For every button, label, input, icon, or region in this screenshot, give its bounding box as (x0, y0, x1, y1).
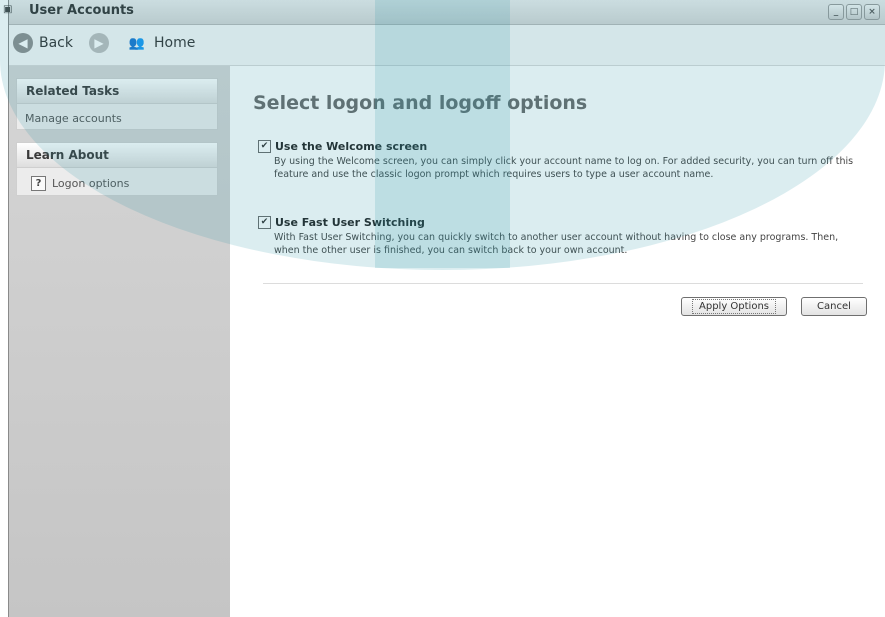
related-tasks-heading: Related Tasks (17, 79, 217, 104)
learn-about-heading: Learn About (17, 143, 217, 168)
user-accounts-app-icon: ▣ (3, 4, 13, 15)
fast-user-switching-checkbox[interactable]: ✔ (258, 216, 271, 229)
logon-options-label: Logon options (52, 177, 130, 190)
home-label: Home (154, 35, 196, 51)
maximize-button[interactable]: □ (846, 4, 862, 20)
apply-options-label: Apply Options (692, 299, 776, 314)
help-icon: ? (31, 176, 46, 191)
back-button[interactable]: ◀ Back (13, 33, 73, 53)
navigation-bar: ◀ Back ▶ 👥 Home (9, 25, 885, 66)
cancel-button[interactable]: Cancel (801, 297, 867, 316)
back-label: Back (39, 35, 73, 51)
manage-accounts-link[interactable]: Manage accounts (17, 104, 217, 133)
user-accounts-window: ▣ User Accounts _ □ × ◀ Back ▶ 👥 Home Re… (3, 0, 885, 617)
fast-user-switching-option: ✔ Use Fast User Switching With Fast User… (258, 216, 863, 257)
forward-button[interactable]: ▶ (89, 33, 109, 53)
related-tasks-panel: Related Tasks Manage accounts (16, 78, 218, 130)
fast-user-switching-label[interactable]: Use Fast User Switching (275, 216, 425, 229)
cancel-label: Cancel (817, 301, 851, 312)
back-arrow-icon: ◀ (13, 33, 33, 53)
window-title: User Accounts (29, 3, 134, 18)
learn-about-panel: Learn About ? Logon options (16, 142, 218, 196)
home-button[interactable]: 👥 Home (126, 33, 195, 53)
welcome-screen-description: By using the Welcome screen, you can sim… (274, 156, 854, 180)
apply-options-button[interactable]: Apply Options (681, 297, 787, 316)
divider (263, 283, 863, 284)
close-button[interactable]: × (864, 4, 880, 20)
fast-user-switching-description: With Fast User Switching, you can quickl… (274, 232, 839, 256)
users-icon: 👥 (128, 35, 146, 51)
main-content: Select logon and logoff options ✔ Use th… (231, 66, 885, 617)
page-title: Select logon and logoff options (253, 92, 588, 114)
welcome-screen-checkbox[interactable]: ✔ (258, 140, 271, 153)
minimize-button[interactable]: _ (828, 4, 844, 20)
sidebar: Related Tasks Manage accounts Learn Abou… (9, 66, 230, 617)
title-bar: ▣ User Accounts _ □ × (3, 0, 885, 25)
logon-options-link[interactable]: ? Logon options (17, 168, 217, 199)
forward-arrow-icon: ▶ (89, 33, 109, 53)
window-controls: _ □ × (828, 4, 880, 20)
welcome-screen-label[interactable]: Use the Welcome screen (275, 140, 427, 153)
welcome-screen-option: ✔ Use the Welcome screen By using the We… (258, 140, 863, 181)
